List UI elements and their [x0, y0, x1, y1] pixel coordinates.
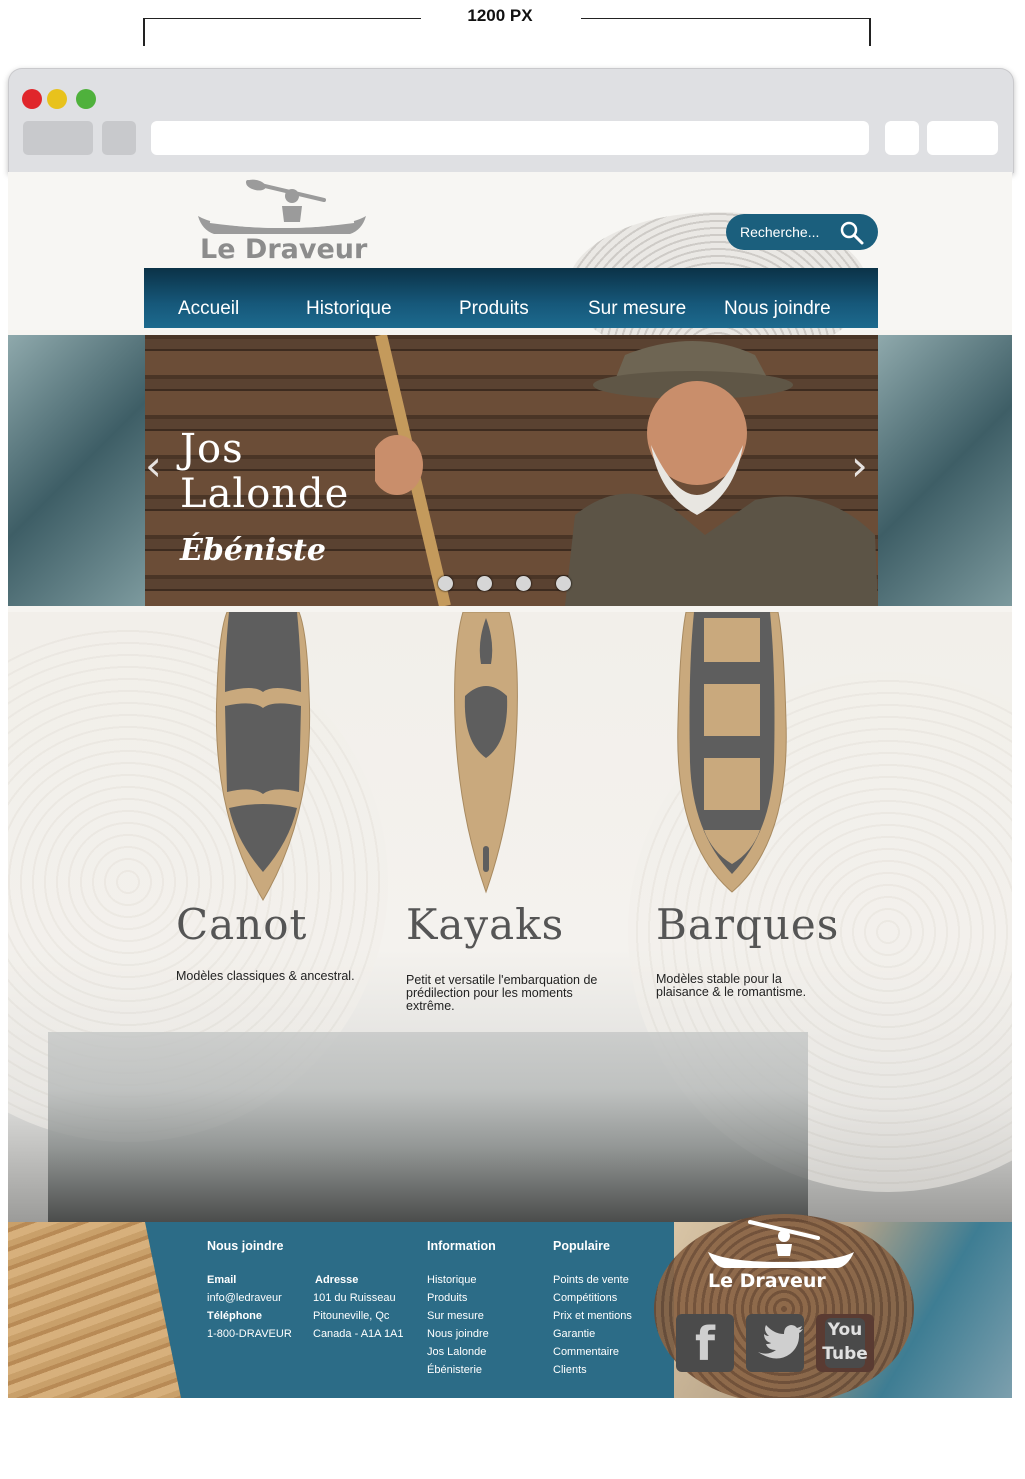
youtube-label-bottom: Tube [822, 1344, 868, 1364]
footer-heading-contact: Nous joindre [207, 1239, 284, 1253]
product-title-canot[interactable]: Canot [176, 900, 307, 949]
browser-chrome [8, 68, 1014, 173]
nav-item-accueil[interactable]: Accueil [178, 298, 239, 320]
slider-next-arrow[interactable]: › [851, 441, 868, 490]
website-page: Le Draveur Recherche... Accueil Historiq… [8, 172, 1012, 1398]
slide-title: Jos Lalonde [180, 427, 349, 517]
footer-links-panel: Nous joindre Email info@ledraveur Téléph… [145, 1222, 674, 1398]
toolbar-button-wide[interactable] [927, 121, 998, 155]
footer-link-garantie[interactable]: Garantie [553, 1325, 632, 1343]
search-placeholder: Recherche... [740, 224, 820, 240]
canoe-icon[interactable] [213, 612, 313, 902]
products-section: Canot Modèles classiques & ancestral. Ka… [8, 612, 1012, 1224]
nav-item-produits[interactable]: Produits [459, 298, 529, 320]
phone-value[interactable]: 1-800-DRAVEUR [207, 1325, 292, 1343]
product-title-barques[interactable]: Barques [656, 900, 839, 949]
slider-dot-2[interactable] [477, 576, 492, 591]
close-window-button[interactable] [22, 89, 42, 109]
slider-prev-arrow[interactable]: ‹ [145, 441, 162, 490]
facebook-icon: f [694, 1317, 715, 1371]
footer-link-competitions[interactable]: Compétitions [553, 1289, 632, 1307]
site-footer: Nous joindre Email info@ledraveur Téléph… [8, 1214, 1012, 1398]
product-title-kayaks[interactable]: Kayaks [406, 900, 564, 949]
footer-link-points-de-vente[interactable]: Points de vente [553, 1271, 632, 1289]
annotation-tick-right [869, 18, 871, 46]
annotation-line-left [143, 18, 421, 19]
logo-text: Le Draveur [200, 234, 368, 265]
slide-preview-right[interactable] [878, 335, 1012, 606]
footer-link-ebenisterie[interactable]: Ébénisterie [427, 1361, 489, 1379]
information-links: Historique Produits Sur mesure Nous join… [427, 1271, 489, 1379]
address-label: Adresse [315, 1274, 359, 1286]
annotation-line-right [581, 18, 871, 19]
site-logo[interactable]: Le Draveur [196, 178, 368, 268]
slider-dot-4[interactable] [556, 576, 571, 591]
phone-label: Téléphone [207, 1310, 263, 1322]
slide-title-line2: Lalonde [180, 471, 350, 517]
slider-dot-1[interactable] [438, 576, 453, 591]
minimize-window-button[interactable] [47, 89, 67, 109]
hero-slider: Jos Lalonde Ébéniste ‹ › [8, 335, 1012, 606]
twitter-bird-icon [758, 1325, 803, 1359]
footer-link-jos-lalonde[interactable]: Jos Lalonde [427, 1343, 489, 1361]
product-desc-kayaks: Petit et versatile l'embarquation de pré… [406, 973, 598, 1013]
portrait-image [375, 335, 878, 606]
annotation-tick-left [143, 18, 145, 46]
popular-links: Points de vente Compétitions Prix et men… [553, 1271, 632, 1379]
site-header: Le Draveur Recherche... Accueil Historiq… [8, 172, 1012, 362]
search-icon[interactable] [840, 221, 864, 245]
footer-link-produits[interactable]: Produits [427, 1289, 489, 1307]
email-label: Email [207, 1274, 237, 1286]
footer-logo-text: Le Draveur [708, 1270, 826, 1292]
main-nav: Accueil Historique Produits Sur mesure N… [144, 268, 878, 328]
footer-link-nous-joindre[interactable]: Nous joindre [427, 1325, 489, 1343]
log-drivers-photo [48, 1032, 808, 1224]
youtube-label-top: You [827, 1320, 863, 1340]
address-line3: Canada - A1A 1A1 [313, 1328, 404, 1340]
toolbar-button[interactable] [885, 121, 919, 155]
slide-main: Jos Lalonde Ébéniste [145, 335, 878, 606]
product-desc-barques: Modèles stable pour la plaisance & le ro… [656, 972, 807, 999]
facebook-button[interactable]: f [676, 1314, 734, 1372]
footer-link-prix-mentions[interactable]: Prix et mentions [553, 1307, 632, 1325]
slide-preview-left[interactable] [8, 335, 145, 606]
footer-link-sur-mesure[interactable]: Sur mesure [427, 1307, 489, 1325]
maximize-window-button[interactable] [76, 89, 96, 109]
forward-button[interactable] [102, 121, 136, 155]
youtube-button[interactable]: You Tube [816, 1314, 874, 1372]
back-button[interactable] [23, 121, 93, 155]
footer-link-historique[interactable]: Historique [427, 1271, 489, 1289]
address-line1: 101 du Ruisseau [313, 1292, 396, 1304]
product-desc-canot: Modèles classiques & ancestral. [176, 969, 355, 983]
kayak-icon[interactable] [453, 612, 519, 894]
nav-item-nous-joindre[interactable]: Nous joindre [724, 298, 831, 320]
slide-subtitle: Ébéniste [180, 533, 326, 568]
slider-dot-3[interactable] [516, 576, 531, 591]
address-bar[interactable] [151, 121, 869, 155]
width-annotation: 1200 PX [467, 6, 533, 25]
footer-canoe-paddler-icon [708, 1220, 854, 1268]
slide-title-line1: Jos [180, 426, 244, 472]
footer-heading-information: Information [427, 1239, 496, 1253]
address-line2: Pitouneville, Qc [313, 1310, 390, 1322]
search-box[interactable]: Recherche... [726, 214, 878, 250]
email-value[interactable]: info@ledraveur [207, 1289, 282, 1307]
footer-link-clients[interactable]: Clients [553, 1361, 632, 1379]
footer-heading-populaire: Populaire [553, 1239, 610, 1253]
barque-icon[interactable] [676, 612, 788, 894]
nav-item-historique[interactable]: Historique [306, 298, 392, 320]
twitter-button[interactable] [746, 1314, 804, 1372]
nav-item-sur-mesure[interactable]: Sur mesure [588, 298, 686, 320]
footer-brand-panel: Le Draveur f You Tube [654, 1214, 1012, 1398]
footer-link-commentaire[interactable]: Commentaire [553, 1343, 632, 1361]
